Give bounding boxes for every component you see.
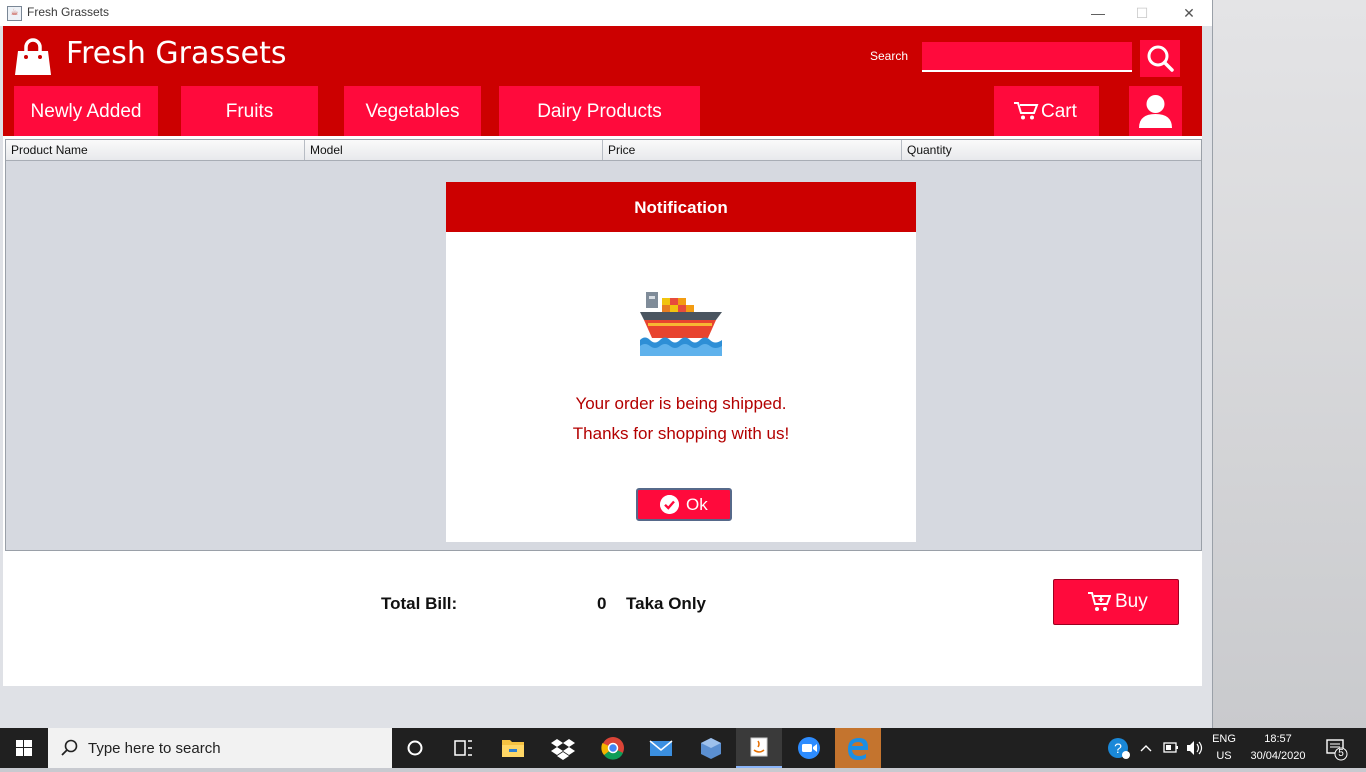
java-icon <box>750 737 768 757</box>
keyboard-layout-indicator[interactable]: US <box>1208 750 1240 762</box>
buy-label: Buy <box>1115 591 1148 612</box>
maximize-button[interactable]: ☐ <box>1119 0 1165 26</box>
desktop-background <box>1212 0 1366 728</box>
ok-button[interactable]: Ok <box>636 488 732 521</box>
folder-icon <box>502 740 524 757</box>
dialog-message-line2: Thanks for shopping with us! <box>572 424 790 443</box>
battery-icon[interactable] <box>1162 728 1180 768</box>
mail-icon <box>649 740 673 756</box>
title-bar: ☕ Fresh Grassets — ☐ ✕ <box>0 0 1212 26</box>
ok-label: Ok <box>686 495 708 514</box>
app-window: ☕ Fresh Grassets — ☐ ✕ Fresh Grassets Se… <box>0 0 1213 728</box>
nav-fruits[interactable]: Fruits <box>181 86 318 136</box>
column-header-price[interactable]: Price <box>603 140 902 160</box>
taskbar-java-app[interactable] <box>736 728 782 768</box>
dialog-title: Notification <box>446 182 916 232</box>
total-bill-value: 0 <box>597 594 607 613</box>
search-icon <box>1147 45 1174 72</box>
search-button[interactable] <box>1140 40 1180 77</box>
total-bill-label: Total Bill: <box>381 594 458 613</box>
dropbox-icon <box>551 739 575 760</box>
dialog-message-line1: Your order is being shipped. <box>575 394 787 413</box>
notification-dialog: Notification Your order is being shipped… <box>446 182 916 542</box>
taskbar-search-placeholder: Type here to search <box>88 740 221 757</box>
taskbar-virtualbox[interactable] <box>688 728 734 768</box>
cart-button[interactable]: Cart <box>994 86 1099 136</box>
cortana-button[interactable] <box>392 728 438 768</box>
taskbar-mail[interactable] <box>638 728 684 768</box>
notification-center-button[interactable]: 5 <box>1318 728 1358 768</box>
start-button[interactable] <box>0 728 48 768</box>
search-label: Search <box>870 49 909 63</box>
nav-dairy-products[interactable]: Dairy Products <box>499 86 700 136</box>
taskbar: Type here to search ? ENG US 18:57 30/04… <box>0 728 1366 768</box>
cargo-ship-icon <box>640 292 722 356</box>
search-icon <box>61 739 78 756</box>
user-profile-button[interactable] <box>1129 86 1182 136</box>
taskbar-edge[interactable] <box>835 728 881 768</box>
task-view-button[interactable] <box>440 728 486 768</box>
clock-time[interactable]: 18:57 <box>1244 733 1312 745</box>
cart-label: Cart <box>1041 101 1077 122</box>
minimize-button[interactable]: — <box>1075 0 1121 26</box>
brand-title: Fresh Grassets <box>66 36 287 71</box>
notification-count: 5 <box>1338 748 1344 759</box>
task-view-icon <box>454 740 472 756</box>
table-header: Product Name Model Price Quantity <box>6 140 1201 161</box>
chevron-up-icon[interactable] <box>1138 728 1154 768</box>
taskbar-search-box[interactable]: Type here to search <box>48 728 392 768</box>
search-input[interactable] <box>922 42 1132 72</box>
nav-newly-added[interactable]: Newly Added <box>14 86 158 136</box>
column-header-quantity[interactable]: Quantity <box>902 140 1201 160</box>
cube-icon <box>701 738 721 759</box>
windows-icon <box>16 740 32 756</box>
edge-icon <box>848 738 868 760</box>
app-header: Fresh Grassets Search Newly Added Fruits… <box>3 26 1202 136</box>
cart-icon <box>1014 102 1039 120</box>
taskbar-zoom[interactable] <box>786 728 832 768</box>
java-app-icon: ☕ <box>7 6 22 21</box>
buy-button[interactable]: Buy <box>1053 579 1179 625</box>
taskbar-chrome[interactable] <box>590 728 636 768</box>
volume-icon[interactable] <box>1184 728 1204 768</box>
main-content: Fresh Grassets Search Newly Added Fruits… <box>3 26 1202 686</box>
shopping-bag-icon <box>15 38 51 75</box>
cortana-circle-icon <box>407 740 423 756</box>
video-camera-icon <box>798 737 820 759</box>
cart-plus-icon <box>1088 592 1111 611</box>
total-bill-unit: Taka Only <box>626 594 706 613</box>
window-title: Fresh Grassets <box>27 5 110 19</box>
check-circle-icon <box>660 495 679 514</box>
language-indicator[interactable]: ENG <box>1208 733 1240 745</box>
taskbar-dropbox[interactable] <box>540 728 586 768</box>
close-button[interactable]: ✕ <box>1166 0 1212 26</box>
nav-vegetables[interactable]: Vegetables <box>344 86 481 136</box>
clock-date[interactable]: 30/04/2020 <box>1244 750 1312 762</box>
column-header-product-name[interactable]: Product Name <box>6 140 305 160</box>
chrome-icon <box>601 737 624 760</box>
user-icon <box>1139 95 1172 128</box>
column-header-model[interactable]: Model <box>305 140 603 160</box>
help-icon[interactable]: ? <box>1104 734 1132 762</box>
taskbar-file-explorer[interactable] <box>490 728 536 768</box>
svg-text:?: ? <box>1114 740 1122 756</box>
